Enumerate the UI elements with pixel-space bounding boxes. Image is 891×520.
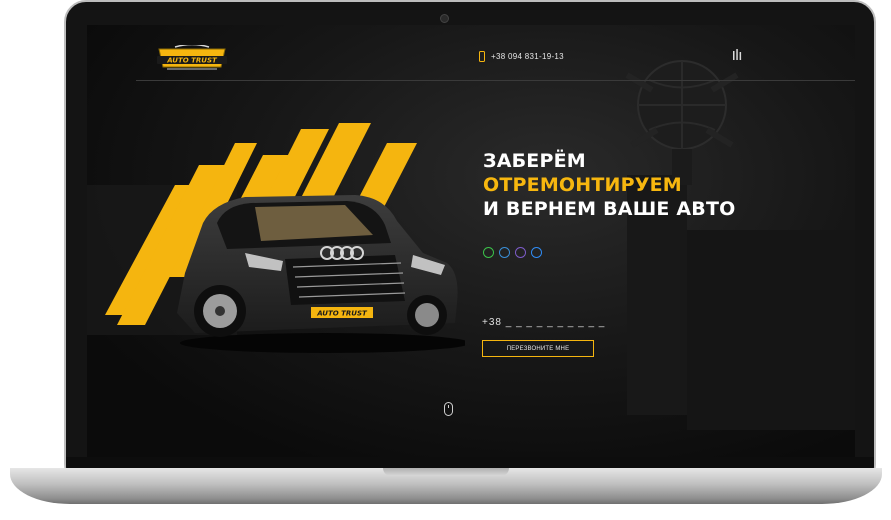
messenger-icons — [483, 247, 542, 258]
messenger-icon[interactable] — [531, 247, 542, 258]
hero-headline: ЗАБЕРЁМ ОТРЕМОНТИРУЕМ И ВЕРНЕМ ВАШЕ АВТО — [483, 149, 735, 221]
website-screen: AUTO TRUST +38 094 831-19-13 AUTO TRUST … — [87, 25, 855, 457]
telegram-icon[interactable] — [499, 247, 510, 258]
laptop-mockup: AUTO TRUST +38 094 831-19-13 AUTO TRUST … — [0, 0, 891, 520]
scroll-mouse-icon[interactable] — [444, 402, 453, 416]
headline-line-2: ОТРЕМОНТИРУЕМ — [483, 174, 682, 196]
headline-line-3: И ВЕРНЕМ ВАШЕ АВТО — [483, 198, 736, 220]
camera — [440, 14, 449, 23]
whatsapp-icon[interactable] — [483, 247, 494, 258]
callback-button[interactable]: ПЕРЕЗВОНИТЕ МНЕ — [482, 340, 594, 357]
phone-input-field[interactable]: +38 _ _ _ _ _ _ _ _ _ _ — [482, 317, 605, 328]
svg-text:AUTO TRUST: AUTO TRUST — [316, 310, 368, 318]
audi-q5-car-image: AUTO TRUST — [177, 195, 465, 353]
headline-line-1: ЗАБЕРЁМ — [483, 150, 586, 172]
viber-icon[interactable] — [515, 247, 526, 258]
laptop-notch — [383, 468, 509, 476]
